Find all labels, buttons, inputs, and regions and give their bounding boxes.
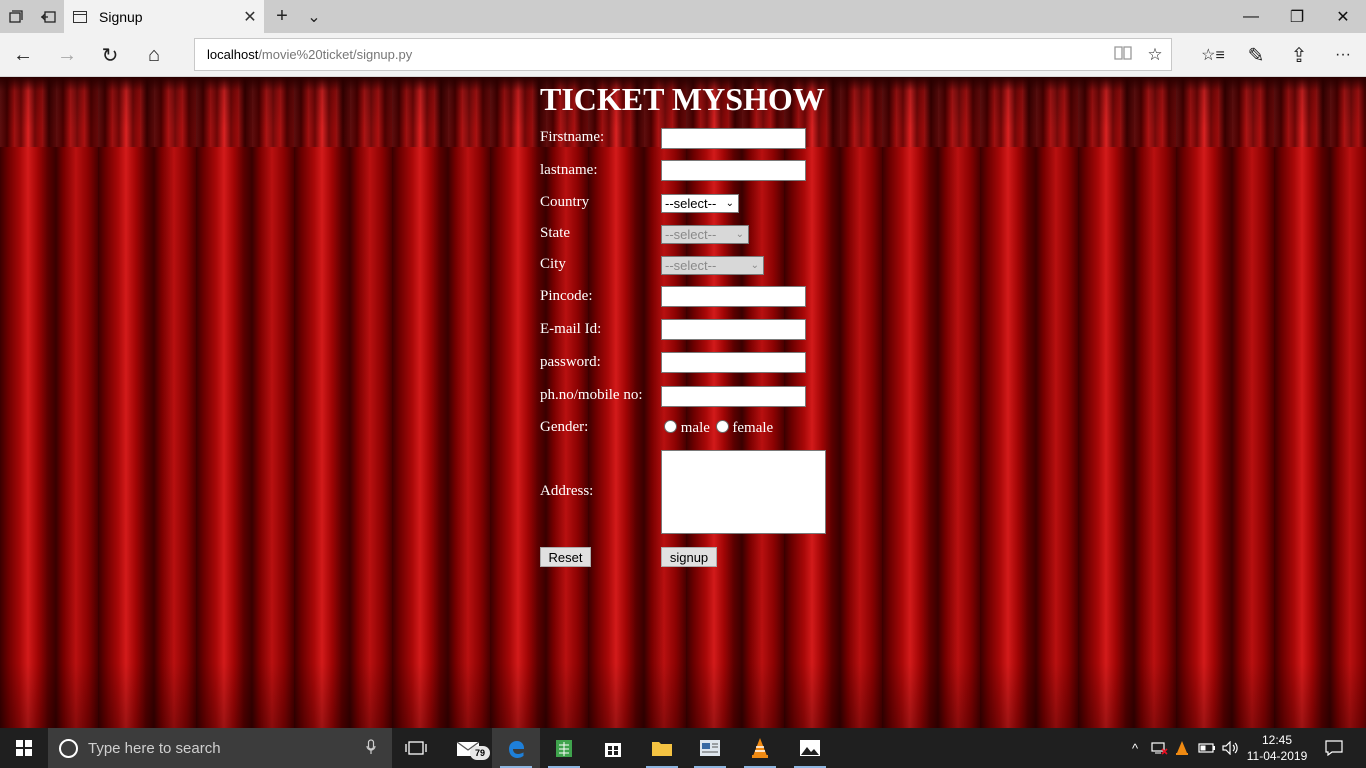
chevron-down-icon: ⌄ [735,229,744,240]
share-icon[interactable]: ⇪ [1282,39,1316,71]
tab-signup[interactable]: Signup ✕ [64,0,264,33]
lastname-label: lastname: [540,162,598,178]
vlc-cone-icon[interactable] [736,728,784,768]
firstname-row: Firstname: [540,127,840,151]
refresh-icon[interactable]: ↻ [93,39,127,71]
microphone-icon[interactable] [366,738,376,758]
pincode-row: Pincode: [540,286,840,310]
url-text[interactable]: localhost/movie%20ticket/signup.py [207,47,1107,62]
network-disconnected-icon[interactable] [1148,728,1170,768]
home-icon[interactable]: ⌂ [137,39,171,71]
firstname-label: Firstname: [540,129,605,145]
state-select[interactable]: --select-- ⌄ [661,225,749,244]
page-title: TICKET MYSHOW [540,81,825,117]
notes-pen-icon[interactable]: ✎ [1239,39,1273,71]
new-tab-icon[interactable]: + [266,0,298,33]
close-tab-icon[interactable]: ✕ [236,7,264,27]
mail-app-icon[interactable]: 79 [444,728,492,768]
system-clock[interactable]: 12:45 11-04-2019 [1242,732,1312,764]
favorite-star-icon[interactable]: ☆ [1139,45,1171,65]
gender-label: Gender: [540,419,589,435]
browser-tab-bar: Signup ✕ + ⌄ — ❐ ✕ [0,0,1366,33]
phone-row: ph.no/mobile no: [540,385,840,409]
email-row: E-mail Id: [540,319,840,343]
chevron-down-icon: ⌄ [750,260,759,271]
lastname-row: lastname: [540,160,840,184]
female-label: female [732,420,774,436]
country-label: Country [540,194,590,210]
female-radio[interactable] [715,420,729,433]
city-label: City [540,256,566,272]
password-row: password: [540,352,840,376]
action-center-icon[interactable] [1320,728,1348,768]
page-icon [73,10,87,23]
chevron-down-icon: ⌄ [725,198,734,209]
email-input[interactable] [661,319,806,340]
search-placeholder: Type here to search [88,739,221,757]
country-select[interactable]: --select-- ⌄ [661,194,739,213]
email-label: E-mail Id: [540,321,602,337]
address-row: Address: [540,450,840,534]
gender-options: male female [664,420,773,437]
cortana-circle-icon [59,738,78,758]
minimize-icon[interactable]: — [1228,0,1274,33]
phone-label: ph.no/mobile no: [540,387,643,403]
address-label: Address: [540,483,594,499]
task-view-icon[interactable] [392,728,440,768]
state-label: State [540,225,570,241]
close-window-icon[interactable]: ✕ [1320,0,1366,33]
address-bar[interactable]: localhost/movie%20ticket/signup.py ☆ [194,38,1172,71]
tab-title: Signup [99,8,143,25]
city-select[interactable]: --select-- ⌄ [661,256,764,275]
vlc-tray-icon[interactable] [1172,728,1192,768]
more-options-icon[interactable]: ··· [1326,39,1360,71]
reading-view-icon[interactable] [1107,45,1139,65]
tab-actions-icon[interactable] [0,0,32,33]
lastname-input[interactable] [661,160,806,181]
clock-date: 11-04-2019 [1246,749,1308,763]
taskbar: Type here to search 79 ^ 12:45 11-04-201… [0,728,1366,768]
file-explorer-icon[interactable] [638,728,686,768]
password-input[interactable] [661,352,806,373]
pincode-label: Pincode: [540,288,593,304]
photos-icon[interactable] [786,728,834,768]
password-label: password: [540,354,601,370]
edge-browser-icon[interactable] [492,728,540,768]
gender-row: Gender: male female [540,419,840,443]
clock-time: 12:45 [1261,733,1293,747]
pincode-input[interactable] [661,286,806,307]
mail-badge: 79 [470,746,490,760]
address-textarea[interactable] [661,450,826,534]
show-hidden-icons-chevron-icon[interactable]: ^ [1126,728,1144,768]
store-icon[interactable] [589,728,637,768]
firstname-input[interactable] [661,128,806,149]
male-radio[interactable] [664,420,677,433]
document-app-icon[interactable] [686,728,734,768]
tab-list-chevron-icon[interactable]: ⌄ [298,0,330,33]
signup-button[interactable]: signup [661,547,717,567]
taskbar-search-box[interactable]: Type here to search [48,728,392,768]
phone-input[interactable] [661,386,806,407]
forward-arrow-icon[interactable]: → [50,39,84,71]
volume-icon[interactable] [1220,728,1242,768]
battery-icon[interactable] [1196,728,1218,768]
state-row: State --select-- ⌄ [540,223,840,247]
sheet-app-icon[interactable] [540,728,588,768]
start-windows-icon[interactable] [0,728,48,768]
set-aside-tabs-icon[interactable] [32,0,64,33]
restore-icon[interactable]: ❐ [1274,0,1320,33]
male-label: male [680,420,710,436]
browser-nav-bar: ← → ↻ ⌂ localhost/movie%20ticket/signup.… [0,33,1366,77]
favorites-hub-icon[interactable]: ☆≡ [1196,39,1230,71]
back-arrow-icon[interactable]: ← [6,39,40,71]
reset-button[interactable]: Reset [540,547,591,567]
page-background-curtain: TICKET MYSHOW Firstname: lastname: Count… [0,77,1366,728]
city-row: City --select-- ⌄ [540,254,840,278]
country-row: Country --select-- ⌄ [540,192,840,216]
